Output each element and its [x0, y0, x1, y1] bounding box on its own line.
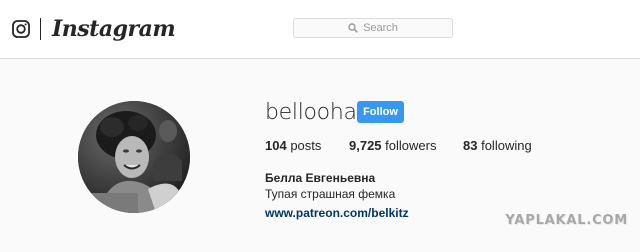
watermark: YAPLAKAL.COM	[505, 213, 628, 228]
stat-posts-label: posts	[290, 138, 322, 153]
profile-bio: Тупая страшная фемка	[265, 187, 396, 201]
stat-followers[interactable]: 9,725 followers	[349, 138, 436, 154]
stat-followers-label: followers	[385, 138, 437, 153]
profile-username: bellooha	[265, 100, 357, 125]
stat-following-label: following	[481, 138, 532, 153]
follow-button[interactable]: Follow	[357, 101, 404, 123]
search-input[interactable]: Search	[293, 18, 453, 38]
instagram-glyph-icon[interactable]	[12, 20, 30, 38]
search-icon	[348, 23, 358, 33]
search-placeholder: Search	[363, 22, 398, 34]
stat-following-count: 83	[463, 138, 478, 153]
stat-posts: 104 posts	[265, 138, 321, 154]
logo-divider	[40, 18, 41, 40]
stat-following[interactable]: 83 following	[463, 138, 532, 154]
stat-followers-count: 9,725	[349, 138, 382, 153]
instagram-wordmark[interactable]: Instagram	[52, 15, 176, 43]
profile-avatar[interactable]	[78, 101, 190, 213]
profile-website-link[interactable]: www.patreon.com/belkitz	[265, 206, 409, 221]
top-navigation-bar: Instagram Search	[0, 0, 640, 59]
stat-posts-count: 104	[265, 138, 287, 153]
profile-full-name: Белла Евгеньевна	[265, 171, 376, 185]
